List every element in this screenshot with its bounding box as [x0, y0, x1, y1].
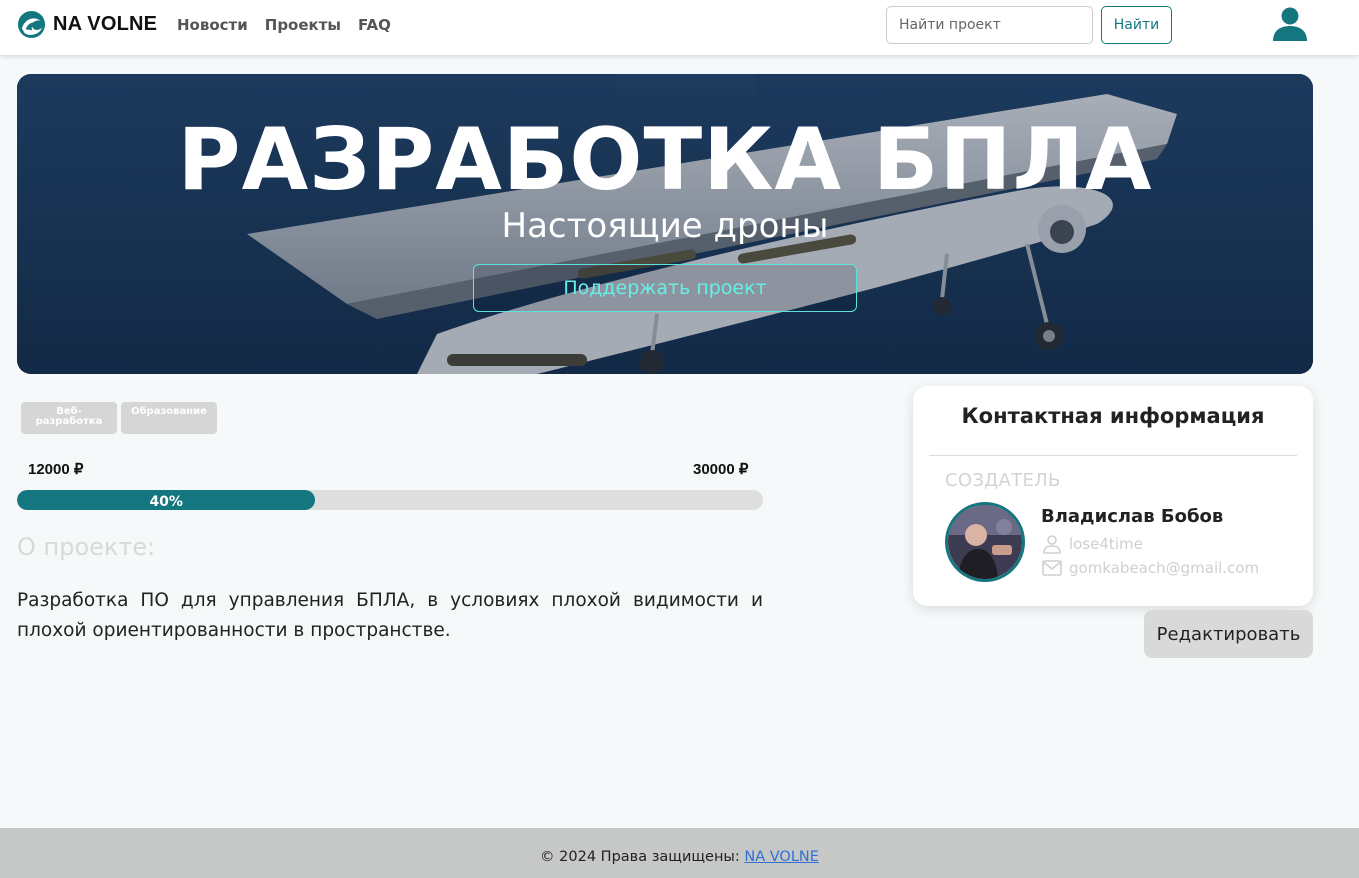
hero-banner: РАЗРАБОТКА БПЛА Настоящие дроны Поддержа… [17, 74, 1313, 374]
hero-subtitle: Настоящие дроны [501, 206, 829, 246]
project-tags: Веб-разработка Образование [21, 402, 217, 434]
tag-education[interactable]: Образование [121, 402, 217, 434]
funding-current: 12000 ₽ [28, 461, 84, 478]
creator-email[interactable]: gomkabeach@gmail.com [1069, 559, 1259, 577]
contact-card: Контактная информация СОЗДАТЕЛЬ Владисла… [913, 386, 1313, 606]
edit-button[interactable]: Редактировать [1144, 610, 1313, 658]
hero-title: РАЗРАБОТКА БПЛА [177, 110, 1153, 210]
funding-progress-fill: 40% [17, 490, 316, 510]
creator-email-row: gomkabeach@gmail.com [1041, 558, 1259, 578]
divider [929, 455, 1297, 456]
footer: © 2024 Права защищены: NA VOLNE [0, 828, 1359, 878]
search-button[interactable]: Найти [1101, 6, 1172, 44]
search-input[interactable] [886, 6, 1093, 44]
brand-name: NA VOLNE [53, 13, 158, 35]
wave-logo-icon [17, 10, 46, 39]
person-icon [1043, 535, 1061, 554]
funding-goal: 30000 ₽ [693, 461, 749, 478]
creator-role-label: СОЗДАТЕЛЬ [945, 470, 1061, 491]
creator-name: Владислав Бобов [1041, 506, 1224, 527]
contact-card-title: Контактная информация [961, 404, 1265, 428]
mail-icon [1042, 560, 1062, 576]
tag-web-development[interactable]: Веб-разработка [21, 402, 117, 434]
footer-text: © 2024 Права защищены: [540, 849, 745, 865]
about-text: Разработка ПО для управления БПЛА, в усл… [17, 590, 763, 641]
creator-username-row: lose4time [1041, 534, 1143, 554]
about-heading: О проекте: [17, 533, 156, 561]
funding-progress-bar: 40% [17, 490, 763, 510]
nav-link-news[interactable]: Новости [177, 16, 248, 34]
creator-username: lose4time [1069, 535, 1143, 553]
navbar: NA VOLNE Новости Проекты FAQ Найти [0, 0, 1359, 55]
user-profile-icon[interactable] [1272, 6, 1308, 42]
avatar-photo [948, 505, 1022, 579]
nav-link-faq[interactable]: FAQ [358, 16, 391, 34]
funding-progress-label: 40% [149, 494, 183, 510]
support-project-button[interactable]: Поддержать проект [473, 264, 857, 312]
footer-link[interactable]: NA VOLNE [744, 849, 819, 865]
nav-links: Новости Проекты FAQ [177, 16, 391, 34]
nav-link-projects[interactable]: Проекты [265, 16, 341, 34]
avatar[interactable] [945, 502, 1025, 582]
brand-link[interactable]: NA VOLNE [17, 10, 157, 39]
